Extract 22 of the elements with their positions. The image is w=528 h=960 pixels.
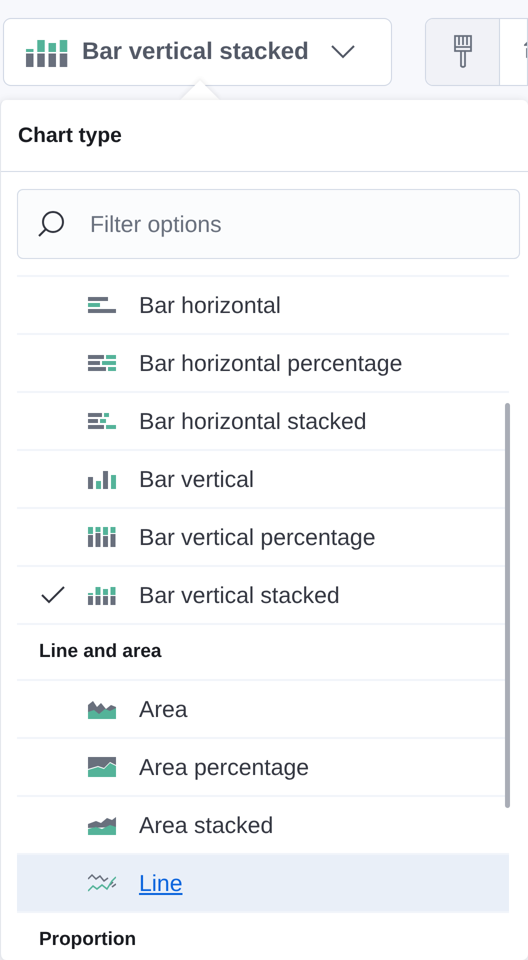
chart-type-option[interactable]: Bar horizontal [17, 277, 509, 335]
vertical-bar-chart-icon [88, 469, 116, 489]
vertical-bar-chart-icon [88, 585, 116, 605]
area-chart-icon [88, 815, 116, 835]
brush-icon [452, 35, 472, 69]
horizontal-bar-chart-icon [88, 411, 116, 431]
chart-type-option[interactable]: Bar horizontal percentage [17, 335, 509, 393]
group-heading: Line and area [39, 640, 162, 664]
group-heading: Proportion [39, 928, 136, 952]
popover-title: Chart type [1, 100, 528, 172]
scrollbar[interactable] [505, 403, 510, 808]
horizontal-bar-chart-icon [88, 353, 116, 373]
horizontal-bar-chart-icon [88, 295, 116, 315]
filter-field[interactable]: Filter options [17, 189, 520, 259]
chart-type-option[interactable]: Line [17, 855, 509, 913]
area-chart-icon [88, 757, 116, 777]
search-icon [37, 209, 67, 239]
vertical-bar-chart-icon [88, 527, 116, 547]
area-chart-icon [88, 699, 116, 719]
stacked-bar-chart-icon [26, 37, 68, 67]
chart-type-dropdown[interactable]: Bar vertical stacked [3, 18, 392, 86]
line-chart-icon [88, 873, 116, 893]
